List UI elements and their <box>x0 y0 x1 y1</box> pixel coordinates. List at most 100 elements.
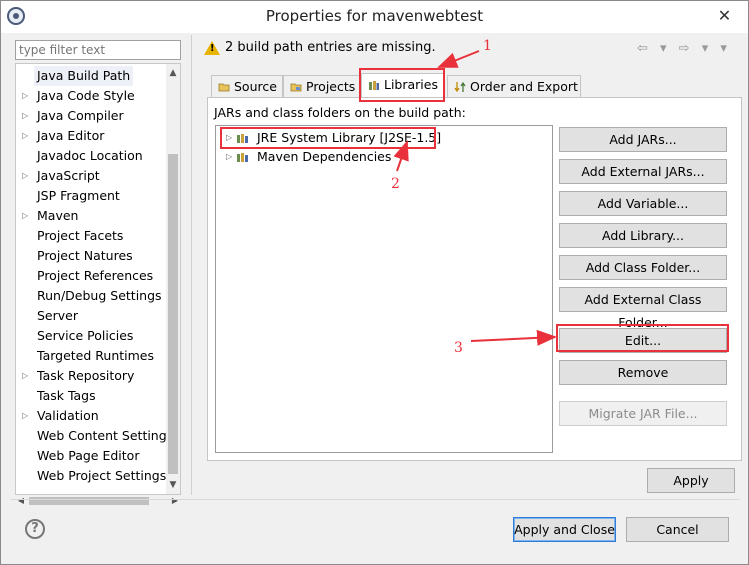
projects-icon <box>290 83 302 92</box>
tree-item-label: Server <box>37 308 78 323</box>
tree-horizontal-scrollbar[interactable]: ◀ ▶ <box>15 495 181 507</box>
preference-page-pane: Web Project Settings Web Page Editor Web C… <box>11 37 183 507</box>
expand-arrow-icon[interactable]: ▷ <box>226 148 232 166</box>
remove-button[interactable]: Remove <box>559 360 727 385</box>
tree-item[interactable]: Project Natures <box>16 246 166 266</box>
source-folder-icon <box>218 83 230 92</box>
scroll-thumb[interactable] <box>168 154 178 474</box>
tree-item[interactable]: Web Project Settings <box>16 466 166 486</box>
filter-input[interactable] <box>15 40 181 60</box>
tree-item[interactable]: Web Content Settings <box>16 426 173 446</box>
scroll-down-icon[interactable]: ▼ <box>166 476 180 494</box>
expand-arrow-icon[interactable]: ▷ <box>22 206 32 226</box>
tree-item[interactable]: Web Page Editor <box>16 446 166 466</box>
tree-item[interactable]: ▷ Validation <box>16 406 166 426</box>
tree-vertical-scrollbar[interactable]: ▲ ▼ <box>166 64 180 494</box>
tree-item[interactable]: Project References <box>16 266 166 286</box>
migrate-jar-button[interactable]: Migrate JAR File... <box>559 401 727 426</box>
add-external-jars-button[interactable]: Add External JARs... <box>559 159 727 184</box>
page-tree: Web Project Settings Web Page Editor Web C… <box>15 63 181 495</box>
annotation-label-3: 3 <box>454 340 463 356</box>
tree-item-label: Targeted Runtimes <box>37 348 154 363</box>
tree-item-label: Javadoc Location <box>37 148 143 163</box>
tree-item-label: Maven <box>37 208 79 223</box>
order-export-icon <box>454 81 466 93</box>
warning-icon <box>204 41 220 55</box>
properties-dialog: Properties for mavenwebtest ✕ Web Projec… <box>0 0 749 565</box>
scroll-up-icon[interactable]: ▲ <box>166 64 180 82</box>
tree-item[interactable]: Javadoc Location <box>16 146 166 166</box>
tree-item[interactable]: Project Facets <box>16 226 166 246</box>
tree-item[interactable]: Task Tags <box>16 386 166 406</box>
add-external-class-folder-button[interactable]: Add External Class Folder... <box>559 287 727 330</box>
title-bar: Properties for mavenwebtest ✕ <box>1 1 748 33</box>
apply-and-close-button[interactable]: Apply and Close <box>513 517 616 542</box>
tree-item-label: Web Content Settings <box>37 428 174 443</box>
tree-item-label: Validation <box>37 408 99 423</box>
tree-item-label: Project Natures <box>37 248 133 263</box>
expand-arrow-icon[interactable]: ▷ <box>22 406 32 426</box>
tree-item[interactable]: ▷ Task Repository <box>16 366 166 386</box>
expand-arrow-icon[interactable]: ▷ <box>22 166 32 186</box>
tab-label: Order and Export <box>470 79 578 94</box>
tree-item[interactable]: Service Policies <box>16 326 166 346</box>
annotation-label-2: 2 <box>391 176 400 192</box>
add-jars-button[interactable]: Add JARs... <box>559 127 727 152</box>
tree-item[interactable]: ▷ Maven <box>16 206 166 226</box>
scroll-right-icon[interactable]: ▶ <box>169 495 181 507</box>
apply-button[interactable]: Apply <box>647 468 735 493</box>
expand-arrow-icon[interactable]: ▷ <box>22 126 32 146</box>
tree-item-label: Project References <box>37 268 154 283</box>
tree-item[interactable]: ▷ JavaScript <box>16 166 166 186</box>
tree-item[interactable]: JSP Fragment <box>16 186 166 206</box>
library-label: Maven Dependencies <box>257 149 392 164</box>
scroll-left-icon[interactable]: ◀ <box>15 495 27 507</box>
annotation-box-jre-entry <box>220 127 436 149</box>
tree-item-label: JavaScript <box>37 168 100 183</box>
annotation-box-libraries-tab <box>359 68 445 102</box>
tree-item-label: Java Editor <box>37 128 105 143</box>
tree-item-label: Task Tags <box>37 388 96 403</box>
tree-item[interactable]: ▷ Java Compiler <box>16 106 166 126</box>
annotation-label-1: 1 <box>483 38 492 54</box>
tree-item-label: Java Code Style <box>37 88 135 103</box>
tab-order-and-export[interactable]: Order and Export <box>447 75 581 97</box>
tree-item[interactable]: ▷ Java Code Style <box>16 86 166 106</box>
tree-item-label: Run/Debug Settings <box>37 288 162 303</box>
arrow-1 <box>437 50 480 68</box>
tree-item[interactable]: Server <box>16 306 166 326</box>
footer-divider <box>11 499 740 500</box>
tab-label: Projects <box>306 79 356 94</box>
expand-arrow-icon[interactable]: ▷ <box>22 106 32 126</box>
library-icon <box>237 153 248 162</box>
tree-item-label: Web Page Editor <box>37 448 140 463</box>
add-variable-button[interactable]: Add Variable... <box>559 191 727 216</box>
tree-item-label: Project Facets <box>37 228 124 243</box>
tree-item-label: Service Policies <box>37 328 134 343</box>
tree-item-label: JSP Fragment <box>37 188 120 203</box>
close-button[interactable]: ✕ <box>701 1 748 31</box>
tree-item[interactable]: Run/Debug Settings <box>16 286 166 306</box>
tree-item-label: Java Compiler <box>37 108 124 123</box>
library-entry-maven[interactable]: ▷ Maven Dependencies <box>216 148 416 166</box>
tab-projects[interactable]: Projects <box>283 75 361 97</box>
annotation-box-edit-button <box>556 324 729 352</box>
tab-source[interactable]: Source <box>211 75 283 97</box>
cancel-button[interactable]: Cancel <box>626 517 729 542</box>
tree-item-label: Web Project Settings <box>37 468 167 483</box>
add-class-folder-button[interactable]: Add Class Folder... <box>559 255 727 280</box>
history-nav-arrows[interactable]: ⇦ ▾ ⇨ ▾ ▾ <box>637 41 731 56</box>
build-path-heading: JARs and class folders on the build path… <box>214 105 466 120</box>
tree-item-label: Java Build Path <box>34 66 134 86</box>
library-tree[interactable]: ▷ JRE System Library [J2SE-1.5] ▷ Maven … <box>215 125 553 453</box>
message-text: 2 build path entries are missing. <box>225 40 436 55</box>
expand-arrow-icon[interactable]: ▷ <box>22 86 32 106</box>
pane-divider[interactable] <box>191 35 192 495</box>
add-library-button[interactable]: Add Library... <box>559 223 727 248</box>
tree-item[interactable]: Java Build Path <box>16 66 166 86</box>
help-icon[interactable]: ? <box>25 519 45 539</box>
tree-item[interactable]: ▷ Java Editor <box>16 126 166 146</box>
tab-label: Source <box>234 79 277 94</box>
tree-item[interactable]: Targeted Runtimes <box>16 346 166 366</box>
expand-arrow-icon[interactable]: ▷ <box>22 366 32 386</box>
